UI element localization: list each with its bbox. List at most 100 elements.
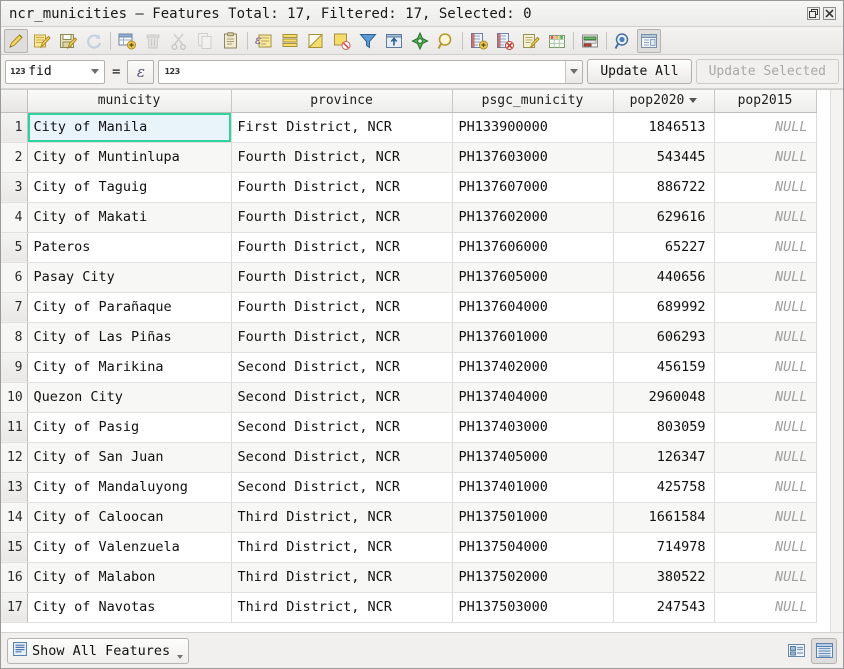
- cell-psgc_municity[interactable]: PH137404000: [452, 382, 613, 412]
- zoom-to-selection-icon[interactable]: [434, 29, 458, 53]
- table-row[interactable]: 1City of ManilaFirst District, NCRPH1339…: [1, 112, 816, 142]
- row-number[interactable]: 4: [1, 202, 27, 232]
- select-by-expression-icon[interactable]: ε: [252, 29, 276, 53]
- cell-pop2020[interactable]: 440656: [613, 262, 714, 292]
- field-value-input[interactable]: 123: [158, 60, 583, 84]
- row-number[interactable]: 12: [1, 442, 27, 472]
- cell-province[interactable]: Third District, NCR: [231, 562, 452, 592]
- cell-psgc_municity[interactable]: PH137604000: [452, 292, 613, 322]
- cell-psgc_municity[interactable]: PH137605000: [452, 262, 613, 292]
- cell-psgc_municity[interactable]: PH137606000: [452, 232, 613, 262]
- cell-province[interactable]: Third District, NCR: [231, 532, 452, 562]
- cell-pop2020[interactable]: 714978: [613, 532, 714, 562]
- cell-pop2020[interactable]: 606293: [613, 322, 714, 352]
- cell-psgc_municity[interactable]: PH137607000: [452, 172, 613, 202]
- cell-province[interactable]: Second District, NCR: [231, 442, 452, 472]
- cell-psgc_municity[interactable]: PH137501000: [452, 502, 613, 532]
- cell-pop2020[interactable]: 689992: [613, 292, 714, 322]
- table-row[interactable]: 16City of MalabonThird District, NCRPH13…: [1, 562, 816, 592]
- cell-province[interactable]: Second District, NCR: [231, 352, 452, 382]
- cell-psgc_municity[interactable]: PH137504000: [452, 532, 613, 562]
- delete-field-icon[interactable]: [493, 29, 517, 53]
- organize-columns-icon[interactable]: [578, 29, 602, 53]
- row-number[interactable]: 11: [1, 412, 27, 442]
- cell-psgc_municity[interactable]: PH137402000: [452, 352, 613, 382]
- paste-features-icon[interactable]: [219, 29, 243, 53]
- cell-pop2020[interactable]: 629616: [613, 202, 714, 232]
- save-edits-icon[interactable]: [56, 29, 80, 53]
- cell-psgc_municity[interactable]: PH137601000: [452, 322, 613, 352]
- dock-attribute-table-icon[interactable]: [637, 29, 661, 53]
- cell-pop2015[interactable]: NULL: [714, 502, 816, 532]
- row-number[interactable]: 16: [1, 562, 27, 592]
- cell-pop2015[interactable]: NULL: [714, 592, 816, 622]
- cell-province[interactable]: Fourth District, NCR: [231, 292, 452, 322]
- cell-psgc_municity[interactable]: PH137602000: [452, 202, 613, 232]
- column-header-pop2015[interactable]: pop2015: [714, 90, 816, 112]
- cell-province[interactable]: Second District, NCR: [231, 472, 452, 502]
- cell-municity[interactable]: Quezon City: [27, 382, 231, 412]
- field-select-dropdown[interactable]: 123 fid: [5, 60, 105, 84]
- column-header-psgc_municity[interactable]: psgc_municity: [452, 90, 613, 112]
- table-row[interactable]: 11City of PasigSecond District, NCRPH137…: [1, 412, 816, 442]
- cell-municity[interactable]: City of Mandaluyong: [27, 472, 231, 502]
- form-view-button[interactable]: [783, 638, 809, 664]
- cell-pop2015[interactable]: NULL: [714, 472, 816, 502]
- cell-pop2015[interactable]: NULL: [714, 412, 816, 442]
- table-row[interactable]: 13City of MandaluyongSecond District, NC…: [1, 472, 816, 502]
- column-header-municity[interactable]: municity: [27, 90, 231, 112]
- cell-pop2015[interactable]: NULL: [714, 532, 816, 562]
- cell-pop2020[interactable]: 1661584: [613, 502, 714, 532]
- cell-psgc_municity[interactable]: PH137405000: [452, 442, 613, 472]
- table-row[interactable]: 15City of ValenzuelaThird District, NCRP…: [1, 532, 816, 562]
- close-window-button[interactable]: [823, 7, 836, 20]
- row-number[interactable]: 10: [1, 382, 27, 412]
- cell-municity[interactable]: City of Valenzuela: [27, 532, 231, 562]
- cell-pop2015[interactable]: NULL: [714, 142, 816, 172]
- cell-province[interactable]: Fourth District, NCR: [231, 172, 452, 202]
- cell-pop2020[interactable]: 456159: [613, 352, 714, 382]
- table-row[interactable]: 4City of MakatiFourth District, NCRPH137…: [1, 202, 816, 232]
- cell-province[interactable]: First District, NCR: [231, 112, 452, 142]
- table-row[interactable]: 5PaterosFourth District, NCRPH1376060006…: [1, 232, 816, 262]
- cell-province[interactable]: Fourth District, NCR: [231, 202, 452, 232]
- table-row[interactable]: 8City of Las PiñasFourth District, NCRPH…: [1, 322, 816, 352]
- column-header-pop2020[interactable]: pop2020: [613, 90, 714, 112]
- cell-pop2015[interactable]: NULL: [714, 232, 816, 262]
- update-all-button[interactable]: Update All: [587, 59, 691, 84]
- cell-municity[interactable]: Pateros: [27, 232, 231, 262]
- deselect-all-icon[interactable]: [330, 29, 354, 53]
- row-number[interactable]: 14: [1, 502, 27, 532]
- cell-province[interactable]: Second District, NCR: [231, 412, 452, 442]
- column-header-province[interactable]: province: [231, 90, 452, 112]
- expression-builder-button[interactable]: ε: [127, 60, 154, 84]
- cell-pop2015[interactable]: NULL: [714, 262, 816, 292]
- move-selection-to-top-icon[interactable]: [382, 29, 406, 53]
- cell-municity[interactable]: City of Navotas: [27, 592, 231, 622]
- actions-icon[interactable]: [611, 29, 635, 53]
- cell-municity[interactable]: City of Malabon: [27, 562, 231, 592]
- cell-psgc_municity[interactable]: PH137503000: [452, 592, 613, 622]
- cell-pop2020[interactable]: 425758: [613, 472, 714, 502]
- cell-municity[interactable]: City of Marikina: [27, 352, 231, 382]
- cell-province[interactable]: Fourth District, NCR: [231, 232, 452, 262]
- vertical-scrollbar[interactable]: [830, 90, 843, 632]
- cell-pop2015[interactable]: NULL: [714, 112, 816, 142]
- focused-cell-municity[interactable]: City of Manila: [27, 112, 231, 142]
- row-number[interactable]: 13: [1, 472, 27, 502]
- cell-pop2020[interactable]: 126347: [613, 442, 714, 472]
- select-all-icon[interactable]: [278, 29, 302, 53]
- table-row[interactable]: 7City of ParañaqueFourth District, NCRPH…: [1, 292, 816, 322]
- cell-municity[interactable]: Pasay City: [27, 262, 231, 292]
- cell-psgc_municity[interactable]: PH133900000: [452, 112, 613, 142]
- row-number[interactable]: 9: [1, 352, 27, 382]
- invert-selection-icon[interactable]: [304, 29, 328, 53]
- table-row[interactable]: 9City of MarikinaSecond District, NCRPH1…: [1, 352, 816, 382]
- filter-selection-icon[interactable]: [356, 29, 380, 53]
- cell-province[interactable]: Fourth District, NCR: [231, 262, 452, 292]
- cell-psgc_municity[interactable]: PH137403000: [452, 412, 613, 442]
- new-field-icon[interactable]: [467, 29, 491, 53]
- pan-to-selection-icon[interactable]: [408, 29, 432, 53]
- cell-pop2015[interactable]: NULL: [714, 562, 816, 592]
- cell-municity[interactable]: City of Taguig: [27, 172, 231, 202]
